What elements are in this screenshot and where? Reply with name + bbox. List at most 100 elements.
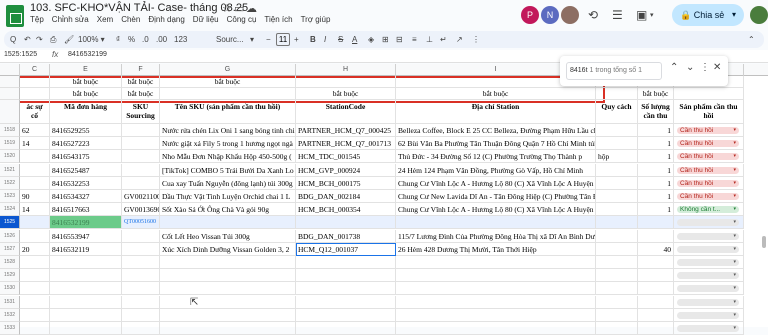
status-cell[interactable]: ▾ <box>674 309 744 322</box>
row-header[interactable]: 1533 <box>0 322 20 335</box>
table-cell[interactable]: hộp <box>596 150 638 163</box>
table-cell[interactable]: Belleza Coffee, Block E 25 CC Belleza, Đ… <box>396 124 596 137</box>
status-dropdown[interactable]: ▾ <box>677 299 739 306</box>
formula-input[interactable]: 8416532199 <box>68 51 107 58</box>
table-cell[interactable] <box>396 309 596 322</box>
row-header[interactable]: 1525 <box>0 216 20 229</box>
row-header[interactable]: 1518 <box>0 124 20 137</box>
table-cell[interactable] <box>596 243 638 256</box>
table-cell[interactable] <box>396 256 596 269</box>
header-cell[interactable]: bắt buộc <box>160 76 296 88</box>
menu-item[interactable]: Định dạng <box>148 15 184 24</box>
row-header[interactable] <box>0 76 20 88</box>
meet-icon[interactable]: ▣ <box>636 8 647 22</box>
header-cell[interactable]: Tên SKU (sản phẩm cần thu hồi) <box>160 100 296 124</box>
row-header[interactable] <box>0 88 20 100</box>
table-cell[interactable] <box>122 282 160 295</box>
table-cell[interactable] <box>122 150 160 163</box>
row-header[interactable]: 1531 <box>0 296 20 309</box>
table-cell[interactable]: 1 <box>638 177 674 190</box>
text-color-button[interactable]: A <box>352 31 357 48</box>
star-icon[interactable]: ☆ <box>222 2 232 15</box>
status-cell[interactable]: ▾ <box>674 243 744 256</box>
table-cell[interactable]: 8416525487 <box>50 164 122 177</box>
row-header[interactable]: 1522 <box>0 177 20 190</box>
sheets-logo-icon[interactable] <box>6 5 24 27</box>
table-cell[interactable]: 1 <box>638 164 674 177</box>
currency-icon[interactable]: ₫ <box>116 31 120 48</box>
table-cell[interactable] <box>638 296 674 309</box>
percent-icon[interactable]: % <box>128 31 135 48</box>
table-cell[interactable] <box>396 269 596 282</box>
table-cell[interactable] <box>20 309 50 322</box>
table-cell[interactable]: HCM_TDC_001545 <box>296 150 396 163</box>
more-formats-icon[interactable]: 123 <box>174 31 187 48</box>
table-cell[interactable] <box>596 124 638 137</box>
table-cell[interactable]: Xúc Xích Dinh Dưỡng Vissan Golden 3, 2 <box>160 243 296 256</box>
table-cell[interactable] <box>20 256 50 269</box>
header-cell[interactable]: Sản phẩm cần thu hồi <box>674 100 744 124</box>
header-cell[interactable]: Số lượng cần thu <box>638 100 674 124</box>
table-cell[interactable] <box>20 164 50 177</box>
comments-icon[interactable]: ☰ <box>612 8 623 22</box>
share-button[interactable]: 🔒 Chia sẻ ▾ <box>672 4 744 26</box>
table-cell[interactable]: Cua xay Tuấn Nguyễn (đông lạnh) túi 300g <box>160 177 296 190</box>
table-cell[interactable]: 8416543175 <box>50 150 122 163</box>
cloud-status-icon[interactable]: ☁ <box>246 2 257 15</box>
document-title[interactable]: 103. SFC-KHO*VẬN TẢI- Case- tháng 08.25 <box>30 2 248 14</box>
table-cell[interactable] <box>50 269 122 282</box>
header-cell[interactable]: Địa chỉ Station <box>396 100 596 124</box>
undo-icon[interactable]: ↶ <box>24 31 31 48</box>
table-cell[interactable] <box>122 256 160 269</box>
name-box[interactable]: 1525:1525 <box>4 51 37 58</box>
table-cell[interactable]: 8416517663 <box>50 203 122 216</box>
table-cell[interactable]: 115/7 Lương Đình Của Phường Đông Hòa Thị… <box>396 230 596 243</box>
table-cell[interactable] <box>160 322 296 335</box>
status-dropdown[interactable]: Không cần t... ▾ <box>677 206 739 213</box>
table-cell[interactable]: 8416532253 <box>50 177 122 190</box>
collaborator-avatar[interactable] <box>561 6 579 24</box>
table-cell[interactable] <box>296 282 396 295</box>
table-cell[interactable]: Chung Cư Vĩnh Lộc A - Hương Lộ 80 (C) Xã… <box>396 203 596 216</box>
table-cell[interactable] <box>122 296 160 309</box>
header-cell[interactable]: SKU Sourcing <box>122 100 160 124</box>
table-cell[interactable]: Dầu Thực Vật Tinh Luyện Orchid chai 1 L <box>160 190 296 203</box>
find-next-icon[interactable]: ⌄ <box>686 62 694 73</box>
row-header[interactable] <box>0 100 20 124</box>
search-menus-icon[interactable]: Q <box>10 31 16 48</box>
table-cell[interactable] <box>20 282 50 295</box>
header-cell[interactable] <box>20 76 50 88</box>
table-cell[interactable] <box>160 216 296 229</box>
table-cell[interactable]: GV0013690 <box>122 203 160 216</box>
select-all-corner[interactable] <box>0 64 20 76</box>
table-cell[interactable] <box>638 216 674 229</box>
table-cell[interactable] <box>20 296 50 309</box>
table-cell[interactable] <box>20 322 50 335</box>
table-cell[interactable] <box>160 309 296 322</box>
table-cell[interactable]: BDG_DAN_002184 <box>296 190 396 203</box>
vertical-align-icon[interactable]: ⊥ <box>426 31 433 48</box>
table-cell[interactable]: 8416529255 <box>50 124 122 137</box>
header-cell[interactable] <box>160 88 296 100</box>
table-cell[interactable]: 8416532199 <box>50 216 122 229</box>
table-cell[interactable]: Nho Mẫu Đơn Nhập Khẩu Hộp 450-500g ( <box>160 150 296 163</box>
table-cell[interactable]: HCM_BCH_000354 <box>296 203 396 216</box>
table-cell[interactable] <box>396 322 596 335</box>
header-cell[interactable]: bắt buộc <box>296 88 396 100</box>
chevron-down-icon[interactable]: ▾ <box>650 11 654 19</box>
paint-format-icon[interactable]: 🖌 <box>64 31 74 48</box>
table-cell[interactable] <box>50 296 122 309</box>
header-cell[interactable]: bắt buộc <box>122 88 160 100</box>
header-cell[interactable]: bắt buộc <box>50 76 122 88</box>
status-dropdown[interactable]: Cần thu hồi ▾ <box>677 180 739 187</box>
table-cell[interactable] <box>160 296 296 309</box>
status-dropdown[interactable]: Cần thu hồi ▾ <box>677 167 739 174</box>
status-dropdown[interactable]: ▾ <box>677 285 739 292</box>
table-cell[interactable] <box>638 322 674 335</box>
table-cell[interactable]: 1 <box>638 124 674 137</box>
status-dropdown[interactable]: ▾ <box>677 325 739 332</box>
vertical-scrollbar[interactable] <box>762 236 766 248</box>
menu-item[interactable]: Chèn <box>121 15 140 24</box>
table-cell[interactable] <box>160 269 296 282</box>
table-cell[interactable] <box>122 177 160 190</box>
